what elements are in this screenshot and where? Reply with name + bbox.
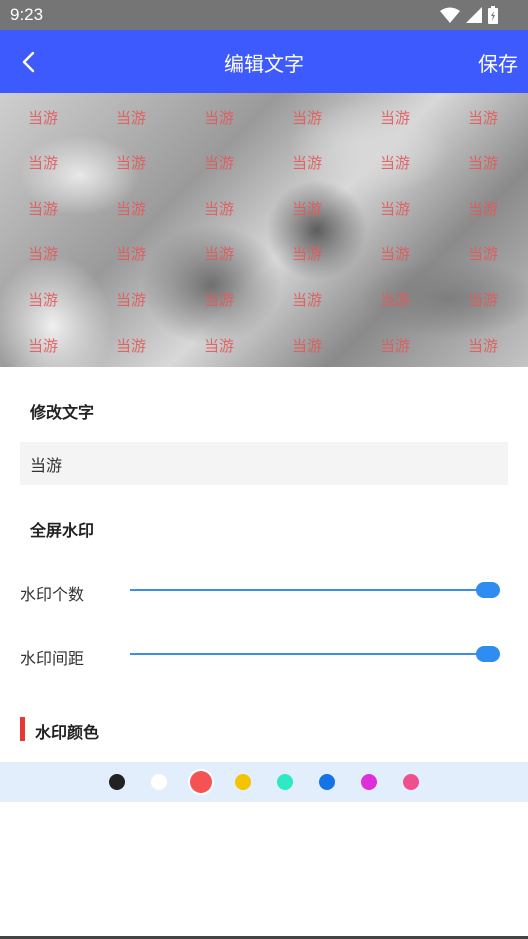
color-swatch[interactable] [109, 774, 125, 790]
watermark-text: 当游 [292, 291, 323, 309]
color-picker-row [0, 762, 528, 802]
watermark-text: 当游 [204, 337, 235, 355]
color-swatch[interactable] [403, 774, 419, 790]
watermark-text: 当游 [468, 291, 499, 309]
watermark-spacing-slider-thumb[interactable] [476, 646, 500, 662]
watermark-spacing-slider[interactable] [130, 653, 496, 655]
watermark-text: 当游 [28, 109, 59, 127]
app-bar: 编辑文字 保存 [0, 30, 528, 93]
watermark-text: 当游 [204, 154, 235, 172]
watermark-text: 当游 [116, 245, 147, 263]
watermark-text: 当游 [380, 154, 411, 172]
watermark-color-heading: 水印颜色 [35, 723, 100, 742]
save-button[interactable]: 保存 [478, 48, 518, 77]
color-swatch[interactable] [361, 774, 377, 790]
battery-icon [488, 6, 498, 28]
status-icons [440, 6, 498, 28]
watermark-text: 当游 [116, 291, 147, 309]
color-swatch[interactable] [277, 774, 293, 790]
watermark-preview: 当游 当游 当游 当游 当游 当游 当游 当游 当游 当游 当游 当游 当游 当游 当游 当游 当游 当游 当游 当游… [0, 93, 528, 367]
color-swatch[interactable] [190, 771, 212, 793]
watermark-text: 当游 [204, 200, 235, 218]
status-time: 9:23 [10, 5, 44, 24]
watermark-text: 当游 [204, 245, 235, 263]
watermark-text: 当游 [28, 337, 59, 355]
watermark-text: 当游 [468, 337, 499, 355]
watermark-text: 当游 [204, 291, 235, 309]
watermark-text: 当游 [468, 245, 499, 263]
watermark-text: 当游 [380, 200, 411, 218]
color-swatch[interactable] [235, 774, 251, 790]
watermark-spacing-label: 水印间距 [20, 649, 85, 668]
watermark-text: 当游 [292, 109, 323, 127]
edit-text-heading: 修改文字 [30, 403, 95, 422]
watermark-text: 当游 [292, 245, 323, 263]
wifi-icon [440, 7, 460, 27]
page-title: 编辑文字 [224, 52, 304, 76]
watermark-text: 当游 [116, 337, 147, 355]
watermark-text: 当游 [116, 109, 147, 127]
status-bar: 9:23 [0, 0, 528, 30]
watermark-text: 当游 [468, 200, 499, 218]
fullscreen-watermark-heading: 全屏水印 [30, 521, 95, 540]
watermark-text: 当游 [28, 154, 59, 172]
watermark-text: 当游 [468, 109, 499, 127]
watermark-text: 当游 [380, 245, 411, 263]
watermark-count-label: 水印个数 [20, 585, 85, 604]
watermark-text: 当游 [468, 154, 499, 172]
watermark-text: 当游 [292, 200, 323, 218]
watermark-text: 当游 [28, 291, 59, 309]
watermark-text: 当游 [116, 154, 147, 172]
watermark-count-slider-thumb[interactable] [476, 582, 500, 598]
watermark-text: 当游 [380, 337, 411, 355]
signal-icon [466, 7, 482, 27]
watermark-text: 当游 [292, 337, 323, 355]
watermark-text: 当游 [380, 291, 411, 309]
color-swatch[interactable] [151, 774, 167, 790]
watermark-text: 当游 [204, 109, 235, 127]
watermark-text: 当游 [380, 109, 411, 127]
watermark-text: 当游 [292, 154, 323, 172]
color-swatch[interactable] [319, 774, 335, 790]
watermark-text: 当游 [116, 200, 147, 218]
watermark-text-input[interactable] [20, 442, 508, 485]
watermark-count-slider[interactable] [130, 589, 496, 591]
section-accent-bar [20, 717, 25, 741]
watermark-text: 当游 [28, 245, 59, 263]
watermark-text: 当游 [28, 200, 59, 218]
